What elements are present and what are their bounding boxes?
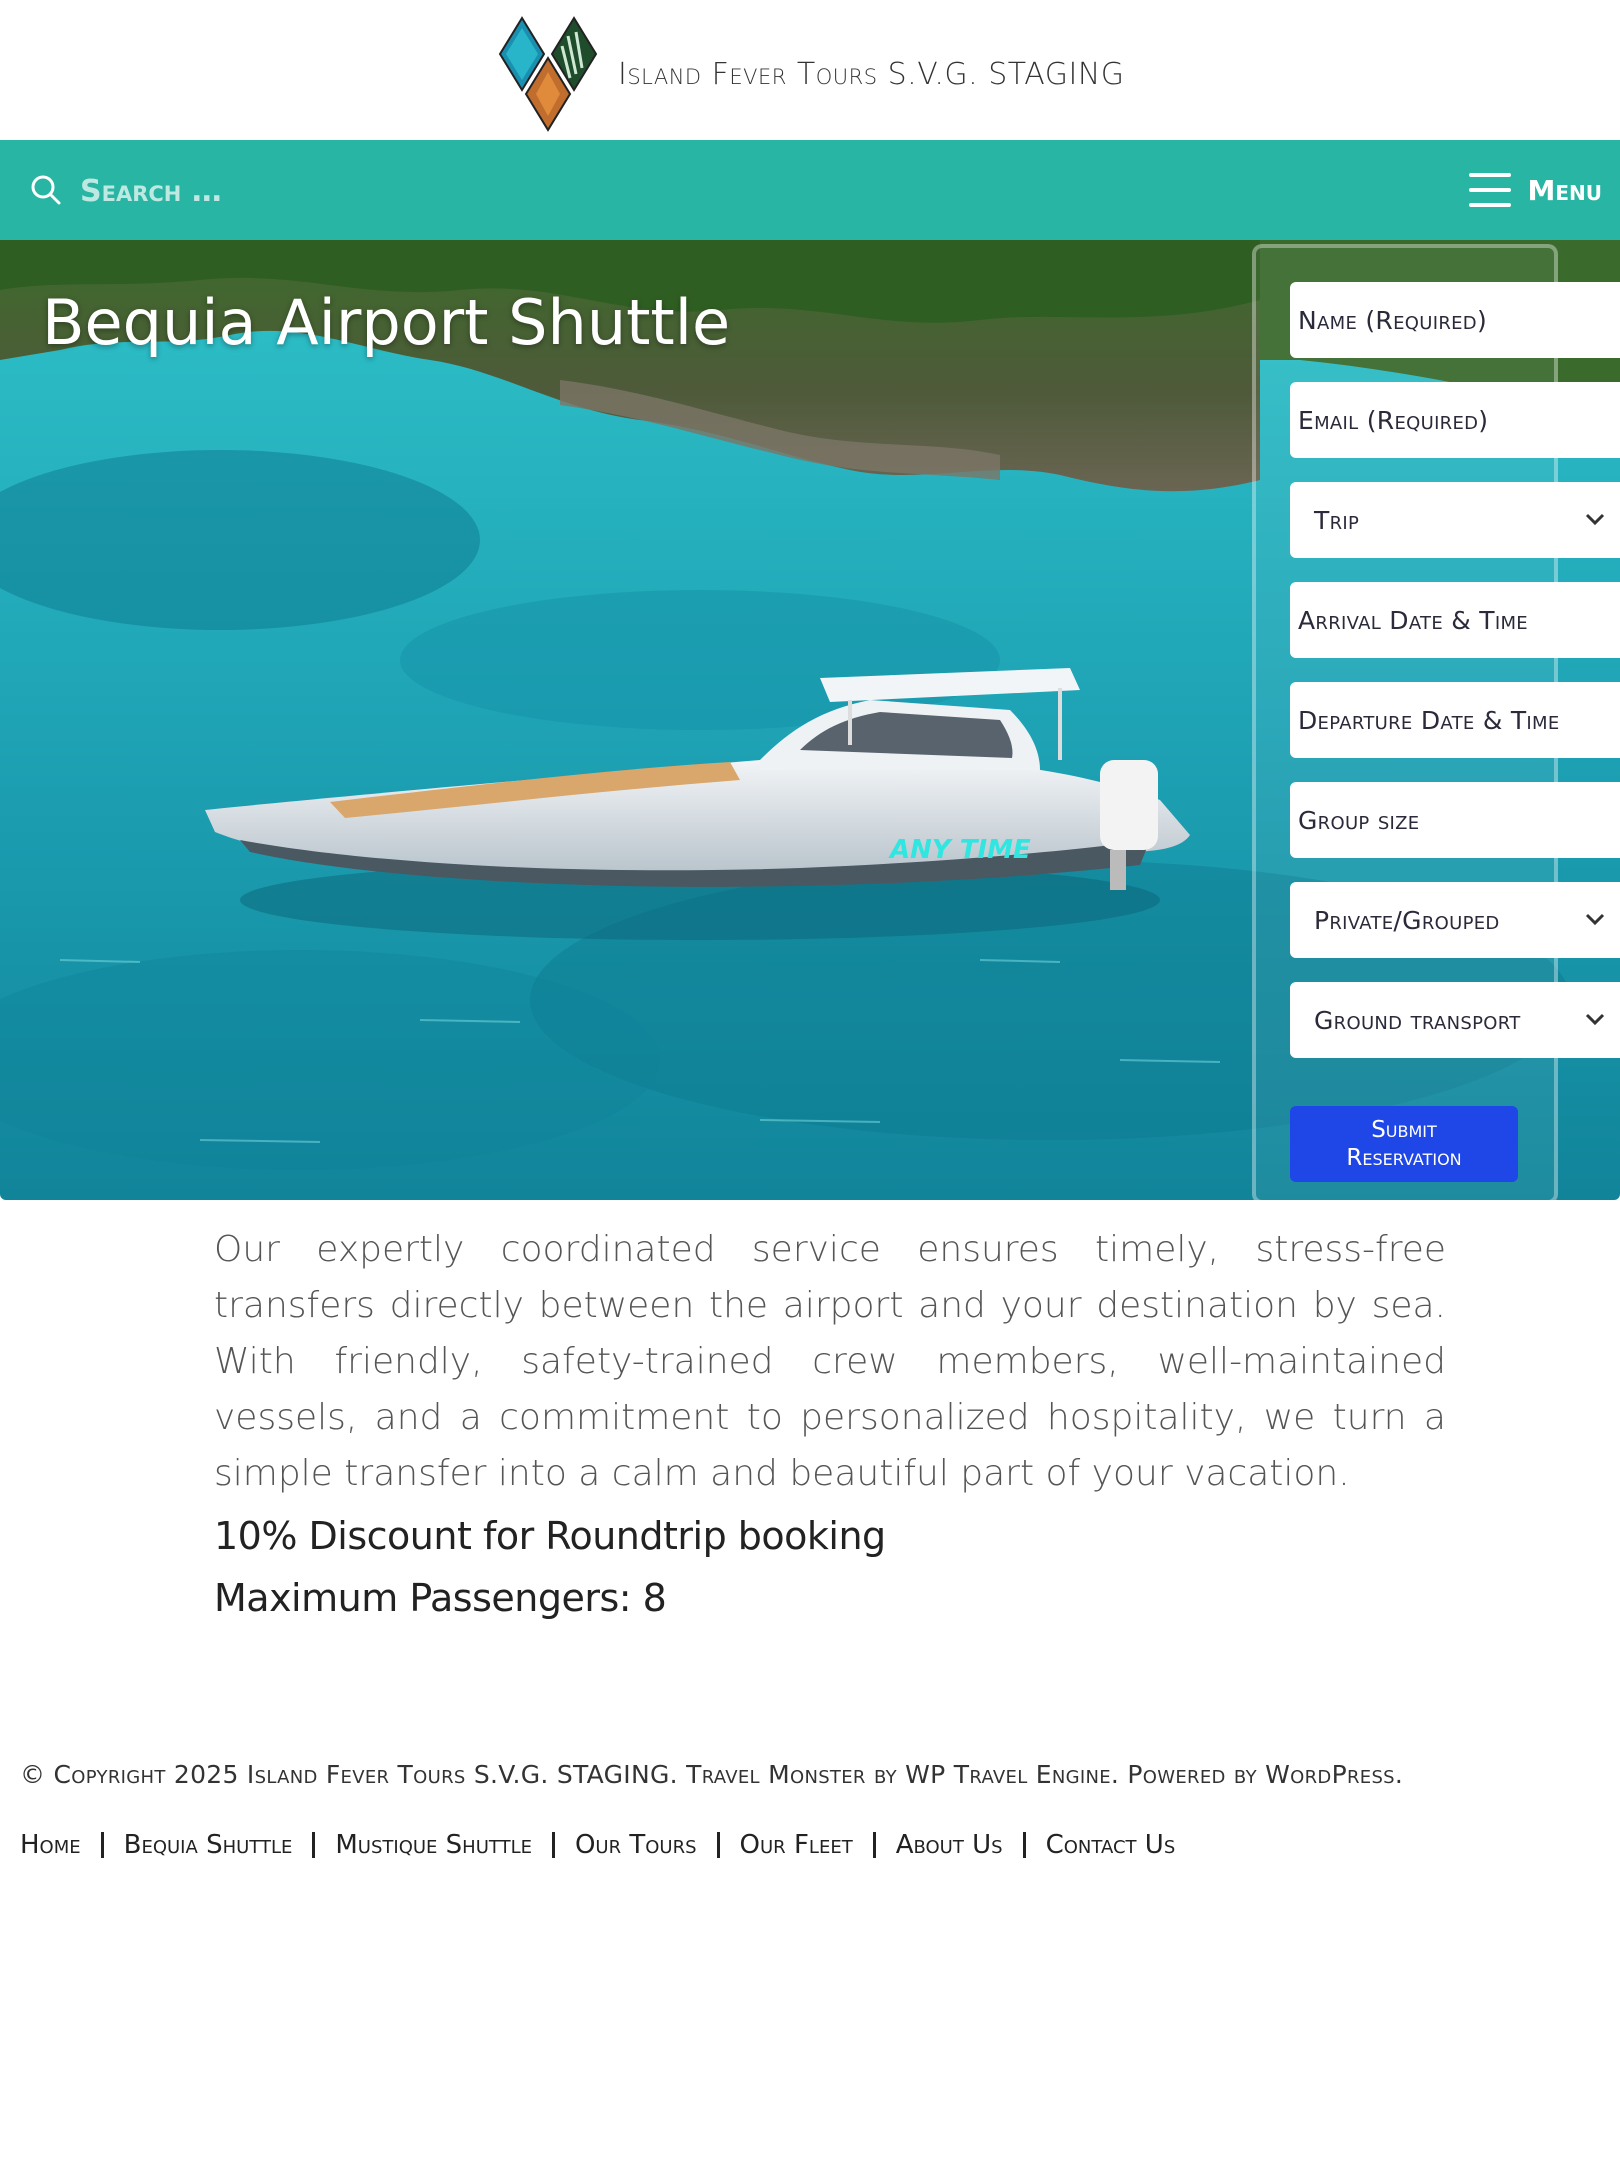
ground-transport-select[interactable]: Ground transport	[1290, 982, 1620, 1058]
name-field-placeholder: Name (Required)	[1298, 305, 1488, 335]
footer-divider	[551, 1832, 555, 1858]
footer-link-our-tours[interactable]: Our Tours	[575, 1830, 697, 1860]
chevron-down-icon	[1585, 513, 1605, 526]
footer-divider	[716, 1832, 720, 1858]
menu-button[interactable]: Menu	[1469, 168, 1602, 212]
footer-divider	[872, 1832, 876, 1858]
max-passengers-text: Maximum Passengers: 8	[214, 1576, 667, 1620]
footer-link-about-us[interactable]: About Us	[896, 1830, 1003, 1860]
arrival-datetime-field[interactable]: Arrival Date & Time	[1290, 582, 1620, 658]
brand[interactable]: Island Fever Tours S.V.G. STAGING	[496, 16, 1125, 132]
top-navbar: Menu	[0, 140, 1620, 240]
footer-divider	[312, 1832, 316, 1858]
submit-label-line2: Reservation	[1346, 1145, 1462, 1171]
site-title[interactable]: Island Fever Tours S.V.G. STAGING	[618, 57, 1125, 92]
arrival-datetime-placeholder: Arrival Date & Time	[1298, 605, 1528, 635]
trip-select[interactable]: Trip	[1290, 482, 1620, 558]
menu-label: Menu	[1527, 173, 1602, 207]
email-field-placeholder: Email (Required)	[1298, 405, 1489, 435]
group-size-field[interactable]: Group size	[1290, 782, 1620, 858]
footer-divider	[1022, 1832, 1026, 1858]
main-content: Our expertly coordinated service ensures…	[214, 1222, 1446, 1626]
private-grouped-select[interactable]: Private/Grouped	[1290, 882, 1620, 958]
search-icon[interactable]	[30, 174, 62, 206]
footer-link-bequia-shuttle[interactable]: Bequia Shuttle	[124, 1830, 293, 1860]
footer-link-home[interactable]: Home	[20, 1830, 81, 1860]
logo-diamonds-icon	[498, 16, 598, 132]
discount-text: 10% Discount for Roundtrip booking	[214, 1514, 886, 1558]
footer-link-our-fleet[interactable]: Our Fleet	[740, 1830, 853, 1860]
search-input[interactable]	[78, 166, 682, 216]
footer-copyright: © Copyright 2025 Island Fever Tours S.V.…	[20, 1760, 1404, 1789]
footer-link-mustique-shuttle[interactable]: Mustique Shuttle	[335, 1830, 532, 1860]
hamburger-icon	[1469, 173, 1512, 207]
chevron-down-icon	[1585, 913, 1605, 926]
page-title: Bequia Airport Shuttle	[42, 286, 731, 359]
service-description: Our expertly coordinated service ensures…	[214, 1229, 1446, 1494]
site-header: Island Fever Tours S.V.G. STAGING	[0, 0, 1620, 140]
submit-reservation-button[interactable]: Submit Reservation	[1290, 1106, 1518, 1182]
ground-transport-value: Ground transport	[1314, 1005, 1521, 1035]
boat-name: ANY TIME	[888, 835, 1031, 865]
name-field[interactable]: Name (Required)	[1290, 282, 1620, 358]
submit-label-line1: Submit	[1371, 1117, 1437, 1143]
email-field[interactable]: Email (Required)	[1290, 382, 1620, 458]
group-size-placeholder: Group size	[1298, 805, 1420, 835]
footer-divider	[100, 1832, 104, 1858]
footer-nav: Home Bequia Shuttle Mustique Shuttle Our…	[20, 1830, 1175, 1860]
chevron-down-icon	[1585, 1013, 1605, 1026]
departure-datetime-placeholder: Departure Date & Time	[1298, 705, 1560, 735]
private-grouped-value: Private/Grouped	[1314, 905, 1500, 935]
trip-select-value: Trip	[1314, 505, 1360, 535]
departure-datetime-field[interactable]: Departure Date & Time	[1290, 682, 1620, 758]
footer-link-contact-us[interactable]: Contact Us	[1046, 1830, 1176, 1860]
